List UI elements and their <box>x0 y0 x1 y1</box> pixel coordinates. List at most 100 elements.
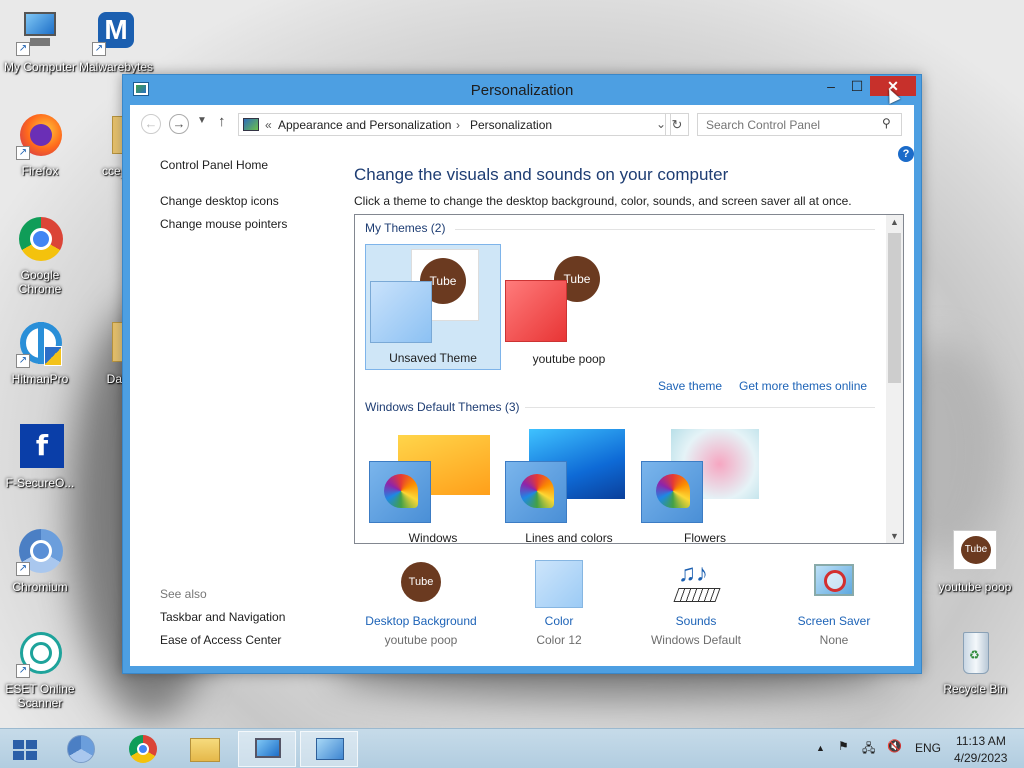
get-more-themes-link[interactable]: Get more themes online <box>739 379 867 393</box>
group-divider <box>455 229 875 230</box>
setting-value: None <box>819 633 849 647</box>
screen-saver-setting[interactable]: Screen Saver None <box>764 560 904 647</box>
desktop-icon-chromium[interactable]: ↗ Chromium <box>0 528 80 594</box>
theme-name: Unsaved Theme <box>389 351 477 365</box>
desktop-icon-label: Chromium <box>12 580 68 594</box>
desktop-icon-label: My Computer <box>3 60 77 74</box>
desktop-icon-label: HitmanPro <box>11 372 69 386</box>
network-icon[interactable]: 🖧 <box>862 739 875 760</box>
forward-button[interactable]: → <box>169 114 189 134</box>
taskbar-navigation-link[interactable]: Taskbar and Navigation <box>160 610 285 624</box>
volume-muted-icon[interactable]: 🔇 <box>887 739 902 753</box>
window-client: ← → ▼ ↑ « Appearance and Personalization… <box>130 105 914 666</box>
setting-value: Color 12 <box>536 633 582 647</box>
desktop-icon-label: Recycle Bin <box>943 682 1007 696</box>
malwarebytes-icon: M ↗ <box>92 8 140 56</box>
maximize-button[interactable]: ☐ <box>843 76 871 96</box>
theme-lines-and-colors[interactable]: Lines and colors <box>501 423 637 544</box>
desktop-icon-youtube-poop[interactable]: Tube youtube poop <box>935 528 1015 594</box>
theme-flowers[interactable]: Flowers <box>637 423 773 543</box>
breadcrumb-personalization[interactable]: Personalization <box>470 118 552 132</box>
navigation-bar: ← → ▼ ↑ « Appearance and Personalization… <box>130 105 914 143</box>
screen-saver-icon <box>810 560 858 608</box>
color-swatch <box>369 461 431 523</box>
recent-locations-dropdown[interactable]: ▼ <box>197 115 207 126</box>
desktop-icon-malwarebytes[interactable]: M ↗ Malwarebytes <box>76 8 156 74</box>
setting-value: Windows Default <box>650 633 742 647</box>
setting-label[interactable]: Desktop Background <box>351 614 491 628</box>
color-swatch <box>505 280 567 342</box>
breadcrumb-overflow[interactable]: « <box>265 118 272 132</box>
address-bar[interactable]: « Appearance and Personalization › Perso… <box>238 113 671 136</box>
desktop-icon-label: Firefox <box>21 164 59 178</box>
search-icon[interactable]: ⚲ <box>882 116 891 130</box>
title-bar[interactable]: Personalization – ☐ ✕ <box>123 75 921 105</box>
color-swatch <box>505 461 567 523</box>
minimize-button[interactable]: – <box>817 76 845 96</box>
chrome-icon <box>16 216 64 264</box>
desktop-background-setting[interactable]: Tube Desktop Background youtube poop <box>351 560 491 647</box>
default-themes-header: Windows Default Themes (3) <box>365 400 520 414</box>
up-button[interactable]: ↑ <box>218 113 226 130</box>
color-swatch-icon <box>535 560 583 608</box>
start-button[interactable] <box>0 731 58 767</box>
youtube-image-icon: Tube <box>951 528 999 576</box>
desktop-icon-label: ESET Online Scanner <box>5 682 75 710</box>
refresh-button[interactable]: ↻ <box>665 113 689 136</box>
desktop-icon-f-secure[interactable]: f F-SecureO... <box>0 424 80 490</box>
desktop-icon-label: Malwarebytes <box>78 60 154 74</box>
action-center-icon[interactable]: ⚑ <box>838 739 849 753</box>
clock-date[interactable]: 4/29/2023 <box>954 751 1007 765</box>
computer-icon: ↗ <box>16 8 64 56</box>
help-icon[interactable]: ? <box>898 146 914 162</box>
taskbar-file-explorer[interactable] <box>176 731 234 767</box>
setting-label[interactable]: Color <box>489 614 629 628</box>
scroll-up-icon[interactable]: ▲ <box>886 217 903 227</box>
taskbar-control-panel[interactable] <box>300 731 358 767</box>
my-themes-header: My Themes (2) <box>365 221 446 235</box>
sounds-setting[interactable]: ♫♪ Sounds Windows Default <box>626 560 766 647</box>
theme-unsaved[interactable]: Tube Unsaved Theme <box>365 244 501 370</box>
desktop-icon-my-computer[interactable]: ↗ My Computer <box>0 8 80 74</box>
personalization-window: Personalization – ☐ ✕ ← → ▼ ↑ « Appearan… <box>122 74 922 674</box>
setting-label[interactable]: Screen Saver <box>764 614 904 628</box>
color-swatch <box>641 461 703 523</box>
change-mouse-pointers-link[interactable]: Change mouse pointers <box>160 217 287 231</box>
theme-youtube-poop[interactable]: Tube youtube poop <box>501 244 637 370</box>
taskbar-keyboard-app[interactable] <box>238 731 296 767</box>
control-panel-home-link[interactable]: Control Panel Home <box>160 158 268 172</box>
desktop-icon-google-chrome[interactable]: Google Chrome <box>0 216 80 296</box>
desktop-icon-firefox[interactable]: ↗ Firefox <box>0 112 80 178</box>
theme-name: Lines and colors <box>525 531 613 544</box>
color-setting[interactable]: Color Color 12 <box>489 560 629 647</box>
scrollbar-thumb[interactable] <box>888 233 901 383</box>
theme-list: My Themes (2) Tube Unsaved Theme Tube yo… <box>354 214 904 544</box>
ease-of-access-link[interactable]: Ease of Access Center <box>160 633 281 647</box>
breadcrumb-separator[interactable]: › <box>456 118 460 132</box>
eset-icon: ↗ <box>16 630 64 678</box>
theme-windows[interactable]: Windows <box>365 423 501 544</box>
theme-name: Windows <box>408 531 458 544</box>
taskbar-chrome[interactable] <box>114 731 172 767</box>
scroll-down-icon[interactable]: ▼ <box>886 531 903 541</box>
clock-time[interactable]: 11:13 AM <box>956 734 1006 748</box>
search-input[interactable] <box>697 113 902 136</box>
setting-label[interactable]: Sounds <box>626 614 766 628</box>
recycle-bin-icon: ♻ <box>951 630 999 678</box>
save-theme-link[interactable]: Save theme <box>658 379 722 393</box>
desktop-icon-label: F-SecureO... <box>5 476 75 490</box>
firefox-icon: ↗ <box>16 112 64 160</box>
breadcrumb-appearance[interactable]: Appearance and Personalization <box>278 118 451 132</box>
language-indicator[interactable]: ENG <box>915 741 941 755</box>
color-swatch <box>370 281 432 343</box>
desktop-icon-recycle-bin[interactable]: ♻ Recycle Bin <box>935 630 1015 696</box>
window-title: Personalization <box>470 82 574 99</box>
change-desktop-icons-link[interactable]: Change desktop icons <box>160 194 279 208</box>
show-hidden-icons-button[interactable]: ▲ <box>816 743 825 753</box>
back-button[interactable]: ← <box>141 114 161 134</box>
desktop-icon-eset[interactable]: ↗ ESET Online Scanner <box>0 630 80 710</box>
desktop-icon-hitmanpro[interactable]: ↗ HitmanPro <box>0 320 80 386</box>
taskbar-chromium[interactable] <box>52 731 110 767</box>
folder-icon <box>190 738 220 762</box>
theme-list-scrollbar[interactable]: ▲ ▼ <box>886 215 903 543</box>
